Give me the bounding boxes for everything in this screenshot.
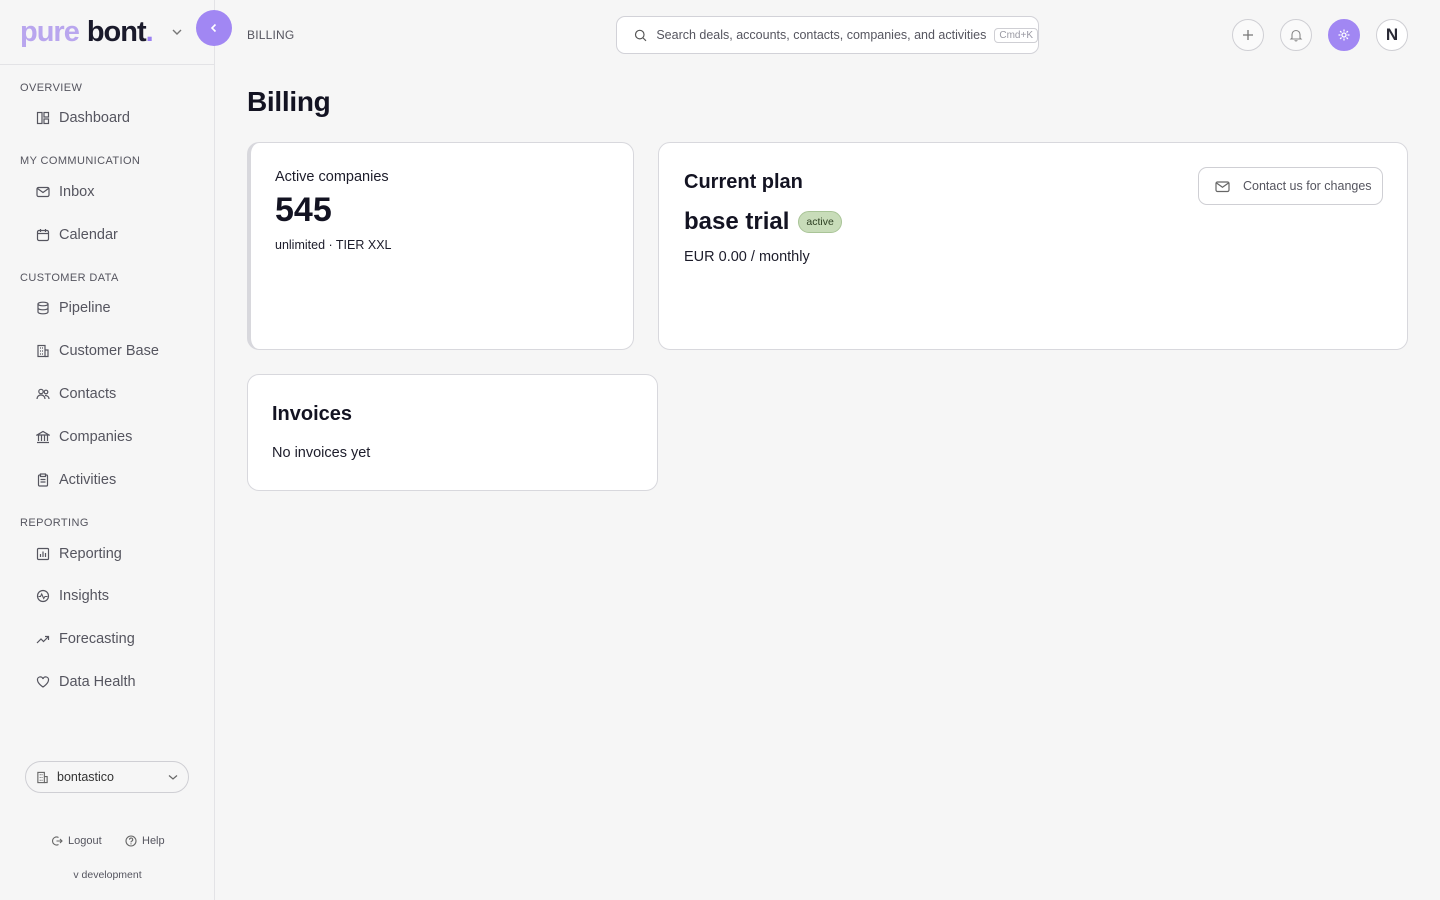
building-icon — [37, 771, 48, 783]
sidebar-item-label: Data Health — [59, 674, 136, 690]
sidebar: pure bont. OVERVIEW Dashboard MY COMMUNIC… — [0, 0, 215, 900]
plan-price: EUR 0.00 / monthly — [684, 249, 810, 265]
sidebar-item-calendar[interactable]: Calendar — [36, 227, 118, 243]
logout-icon — [52, 836, 63, 846]
bell-icon — [1289, 29, 1303, 42]
heart-icon — [36, 676, 50, 688]
logo-word-pure: pure — [20, 15, 80, 48]
version-label: v development — [73, 869, 142, 881]
breadcrumb: BILLING — [247, 28, 295, 42]
sidebar-item-label: Pipeline — [59, 300, 111, 316]
collapse-sidebar-button[interactable] — [196, 10, 232, 46]
logout-link[interactable]: Logout — [51, 835, 102, 847]
sidebar-item-label: Calendar — [59, 227, 118, 243]
building-icon — [37, 344, 49, 358]
plus-icon — [1243, 30, 1253, 40]
sidebar-item-pipeline[interactable]: Pipeline — [36, 300, 111, 316]
search-shortcut: Cmd+K — [994, 27, 1038, 43]
sidebar-item-label: Customer Base — [59, 343, 159, 359]
logo-dot: . — [145, 15, 154, 48]
invoices-card: Invoices No invoices yet — [247, 374, 658, 491]
chevron-left-icon — [210, 23, 217, 33]
brand-logo[interactable]: pure bont. — [20, 15, 154, 49]
sidebar-item-reporting[interactable]: Reporting — [36, 546, 122, 562]
plan-name: base trial — [684, 208, 790, 235]
status-badge: active — [798, 211, 842, 233]
search-placeholder: Search deals, accounts, contacts, compan… — [656, 28, 987, 42]
mail-icon — [1215, 180, 1230, 192]
workspace-name: bontastico — [57, 770, 114, 784]
gear-icon — [1338, 29, 1350, 41]
dashboard-icon — [36, 111, 50, 125]
sidebar-item-label: Companies — [59, 429, 133, 445]
workspace-selector[interactable]: bontastico — [25, 761, 189, 793]
contacts-icon — [36, 388, 50, 400]
notifications-button[interactable] — [1280, 19, 1312, 51]
section-my-communication: MY COMMUNICATION — [20, 155, 141, 167]
logout-label: Logout — [68, 835, 102, 847]
logo-row: pure bont. — [0, 0, 214, 65]
sidebar-item-inbox[interactable]: Inbox — [36, 184, 94, 200]
sidebar-item-data-health[interactable]: Data Health — [36, 674, 136, 690]
sidebar-item-label: Reporting — [59, 546, 122, 562]
current-plan-card: Current plan base trial active EUR 0.00 … — [658, 142, 1408, 350]
chevron-down-icon — [168, 775, 178, 780]
calendar-icon — [36, 229, 50, 242]
add-button[interactable] — [1232, 19, 1264, 51]
contact-us-label: Contact us for changes — [1243, 179, 1372, 193]
sidebar-item-contacts[interactable]: Contacts — [36, 386, 116, 402]
search-icon — [634, 29, 647, 41]
chevron-down-icon[interactable] — [170, 25, 184, 39]
sidebar-item-companies[interactable]: Companies — [36, 429, 132, 445]
contact-us-button[interactable]: Contact us for changes — [1198, 167, 1383, 205]
invoices-heading: Invoices — [272, 403, 353, 425]
sidebar-item-activities[interactable]: Activities — [36, 472, 116, 488]
bank-icon — [36, 430, 50, 444]
sidebar-item-label: Inbox — [59, 184, 95, 200]
active-companies-value: 545 — [275, 191, 332, 229]
section-overview: OVERVIEW — [20, 82, 83, 94]
sidebar-item-forecasting[interactable]: Forecasting — [36, 631, 135, 647]
sidebar-item-label: Activities — [59, 472, 117, 488]
sidebar-item-label: Contacts — [59, 386, 117, 402]
active-companies-label: Active companies — [275, 169, 389, 185]
settings-button[interactable] — [1328, 19, 1360, 51]
sidebar-item-label: Forecasting — [59, 631, 135, 647]
section-customer-data: CUSTOMER DATA — [20, 272, 119, 284]
plan-name-row: base trial active — [684, 208, 1407, 236]
sidebar-item-label: Dashboard — [59, 110, 130, 126]
logo-word-bont: bont — [86, 15, 147, 48]
active-companies-tier: unlimited · TIER XXL — [275, 238, 392, 252]
help-circle-icon — [125, 835, 137, 847]
sidebar-item-dashboard[interactable]: Dashboard — [36, 110, 130, 126]
help-label: Help — [142, 835, 165, 847]
activity-icon — [36, 589, 50, 603]
sidebar-item-label: Insights — [59, 588, 109, 604]
help-link[interactable]: Help — [125, 835, 165, 847]
database-icon — [37, 301, 49, 315]
page-title: Billing — [247, 86, 331, 117]
sidebar-item-customer-base[interactable]: Customer Base — [36, 343, 159, 359]
clipboard-icon — [37, 473, 49, 487]
section-reporting: REPORTING — [20, 517, 89, 529]
invoices-empty-state: No invoices yet — [272, 445, 371, 461]
mail-icon — [36, 186, 50, 198]
trending-up-icon — [36, 635, 50, 644]
bar-chart-icon — [36, 547, 50, 561]
search-input[interactable]: Search deals, accounts, contacts, compan… — [616, 16, 1039, 54]
avatar[interactable]: N — [1376, 19, 1408, 51]
active-companies-card: Active companies 545 unlimited · TIER XX… — [247, 142, 634, 350]
sidebar-item-insights[interactable]: Insights — [36, 588, 109, 604]
